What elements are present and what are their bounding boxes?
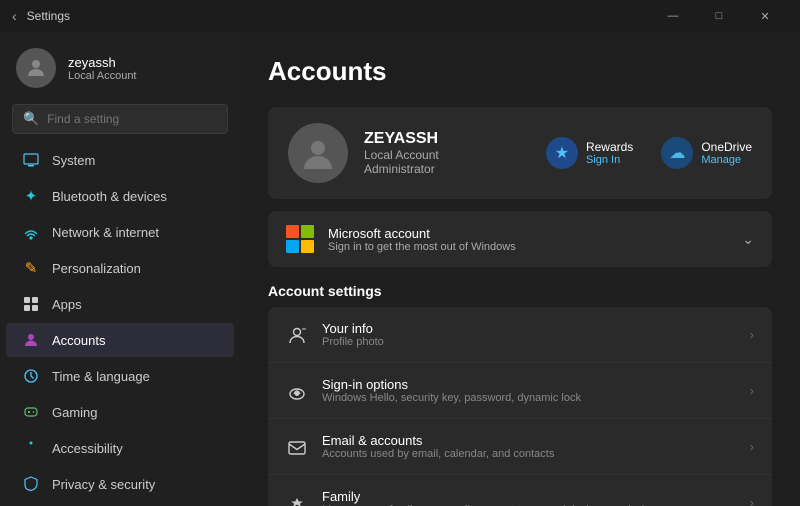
signin-icon bbox=[286, 381, 308, 401]
sidebar-username: zeyassh bbox=[68, 55, 137, 70]
sidebar-item-label: Gaming bbox=[52, 405, 98, 420]
your-info-sub: Profile photo bbox=[322, 336, 736, 348]
settings-item-signin[interactable]: Sign-in options Windows Hello, security … bbox=[268, 363, 772, 419]
your-info-icon bbox=[286, 325, 308, 345]
ms-logo bbox=[286, 225, 314, 253]
page-title: Accounts bbox=[268, 56, 772, 87]
time-icon bbox=[22, 367, 40, 385]
settings-item-email[interactable]: Email & accounts Accounts used by email,… bbox=[268, 419, 772, 475]
accounts-icon bbox=[22, 331, 40, 349]
settings-group: Your info Profile photo › Sign-in option… bbox=[268, 307, 772, 506]
email-chevron: › bbox=[750, 439, 754, 454]
sidebar-item-network[interactable]: Network & internet bbox=[6, 215, 234, 249]
avatar bbox=[16, 48, 56, 88]
email-title: Email & accounts bbox=[322, 433, 736, 448]
main-content: Accounts ZEYASSH Local Account Administr… bbox=[240, 32, 800, 506]
sidebar-profile: zeyassh Local Account bbox=[0, 32, 240, 100]
sidebar-account-type: Local Account bbox=[68, 70, 137, 82]
app-container: zeyassh Local Account 🔍 System ✦ Bluetoo… bbox=[0, 32, 800, 506]
search-box[interactable]: 🔍 bbox=[12, 104, 228, 134]
signin-chevron: › bbox=[750, 383, 754, 398]
signin-text: Sign-in options Windows Hello, security … bbox=[322, 377, 736, 404]
personalization-icon: ✎ bbox=[22, 259, 40, 277]
ms-account-title: Microsoft account bbox=[328, 226, 728, 241]
account-settings-title: Account settings bbox=[268, 283, 772, 299]
email-icon bbox=[286, 437, 308, 457]
sidebar-item-label: Time & language bbox=[52, 369, 150, 384]
titlebar-title: Settings bbox=[27, 9, 650, 23]
accessibility-icon bbox=[22, 439, 40, 457]
close-button[interactable]: ✕ bbox=[742, 0, 788, 32]
your-info-chevron: › bbox=[750, 327, 754, 342]
rewards-text: Rewards Sign In bbox=[586, 140, 633, 166]
sidebar-item-bluetooth[interactable]: ✦ Bluetooth & devices bbox=[6, 179, 234, 213]
ms-account-text: Microsoft account Sign in to get the mos… bbox=[328, 226, 728, 253]
sidebar: zeyassh Local Account 🔍 System ✦ Bluetoo… bbox=[0, 32, 240, 506]
minimize-button[interactable]: — bbox=[650, 0, 696, 32]
ms-account-subtitle: Sign in to get the most out of Windows bbox=[328, 241, 728, 253]
profile-actions: ★ Rewards Sign In ☁ OneDrive Manage bbox=[546, 137, 752, 169]
family-icon bbox=[286, 493, 308, 506]
rewards-sub: Sign In bbox=[586, 154, 633, 166]
profile-card: ZEYASSH Local Account Administrator ★ Re… bbox=[268, 107, 772, 199]
sidebar-item-label: Privacy & security bbox=[52, 477, 155, 492]
profile-name: ZEYASSH bbox=[364, 130, 530, 148]
sidebar-item-accounts[interactable]: Accounts bbox=[6, 323, 234, 357]
sidebar-item-personalization[interactable]: ✎ Personalization bbox=[6, 251, 234, 285]
rewards-label: Rewards bbox=[586, 140, 633, 154]
settings-item-family[interactable]: Family Manage your family group, edit ac… bbox=[268, 475, 772, 506]
privacy-icon bbox=[22, 475, 40, 493]
email-text: Email & accounts Accounts used by email,… bbox=[322, 433, 736, 460]
network-icon bbox=[22, 223, 40, 241]
profile-avatar bbox=[288, 123, 348, 183]
gaming-icon bbox=[22, 403, 40, 421]
titlebar: ‹ Settings — □ ✕ bbox=[0, 0, 800, 32]
ms-account-chevron: ⌄ bbox=[742, 231, 754, 248]
sidebar-item-apps[interactable]: Apps bbox=[6, 287, 234, 321]
rewards-icon: ★ bbox=[546, 137, 578, 169]
window-controls: — □ ✕ bbox=[650, 0, 788, 32]
sidebar-item-accessibility[interactable]: Accessibility bbox=[6, 431, 234, 465]
profile-role: Administrator bbox=[364, 162, 530, 176]
maximize-button[interactable]: □ bbox=[696, 0, 742, 32]
user-info: zeyassh Local Account bbox=[68, 55, 137, 82]
rewards-action[interactable]: ★ Rewards Sign In bbox=[546, 137, 633, 169]
email-sub: Accounts used by email, calendar, and co… bbox=[322, 448, 736, 460]
apps-icon bbox=[22, 295, 40, 313]
profile-account-type: Local Account bbox=[364, 148, 530, 162]
sidebar-item-label: System bbox=[52, 153, 95, 168]
sidebar-item-label: Accessibility bbox=[52, 441, 123, 456]
onedrive-text: OneDrive Manage bbox=[701, 140, 752, 166]
bluetooth-icon: ✦ bbox=[22, 187, 40, 205]
profile-info: ZEYASSH Local Account Administrator bbox=[364, 130, 530, 176]
family-chevron: › bbox=[750, 495, 754, 506]
your-info-text: Your info Profile photo bbox=[322, 321, 736, 348]
sidebar-item-system[interactable]: System bbox=[6, 143, 234, 177]
sidebar-item-time[interactable]: Time & language bbox=[6, 359, 234, 393]
sidebar-item-gaming[interactable]: Gaming bbox=[6, 395, 234, 429]
back-button[interactable]: ‹ bbox=[12, 8, 17, 24]
signin-title: Sign-in options bbox=[322, 377, 736, 392]
onedrive-sub: Manage bbox=[701, 154, 752, 166]
settings-item-your-info[interactable]: Your info Profile photo › bbox=[268, 307, 772, 363]
system-icon bbox=[22, 151, 40, 169]
search-icon: 🔍 bbox=[23, 111, 39, 127]
sidebar-item-label: Network & internet bbox=[52, 225, 159, 240]
search-input[interactable] bbox=[47, 112, 217, 126]
onedrive-icon: ☁ bbox=[661, 137, 693, 169]
signin-sub: Windows Hello, security key, password, d… bbox=[322, 392, 736, 404]
ms-account-banner[interactable]: Microsoft account Sign in to get the mos… bbox=[268, 211, 772, 267]
onedrive-label: OneDrive bbox=[701, 140, 752, 154]
sidebar-item-label: Accounts bbox=[52, 333, 105, 348]
sidebar-item-label: Bluetooth & devices bbox=[52, 189, 167, 204]
your-info-title: Your info bbox=[322, 321, 736, 336]
sidebar-item-privacy[interactable]: Privacy & security bbox=[6, 467, 234, 501]
onedrive-action[interactable]: ☁ OneDrive Manage bbox=[661, 137, 752, 169]
sidebar-item-label: Personalization bbox=[52, 261, 141, 276]
family-text: Family Manage your family group, edit ac… bbox=[322, 489, 736, 506]
family-title: Family bbox=[322, 489, 736, 504]
sidebar-item-label: Apps bbox=[52, 297, 82, 312]
